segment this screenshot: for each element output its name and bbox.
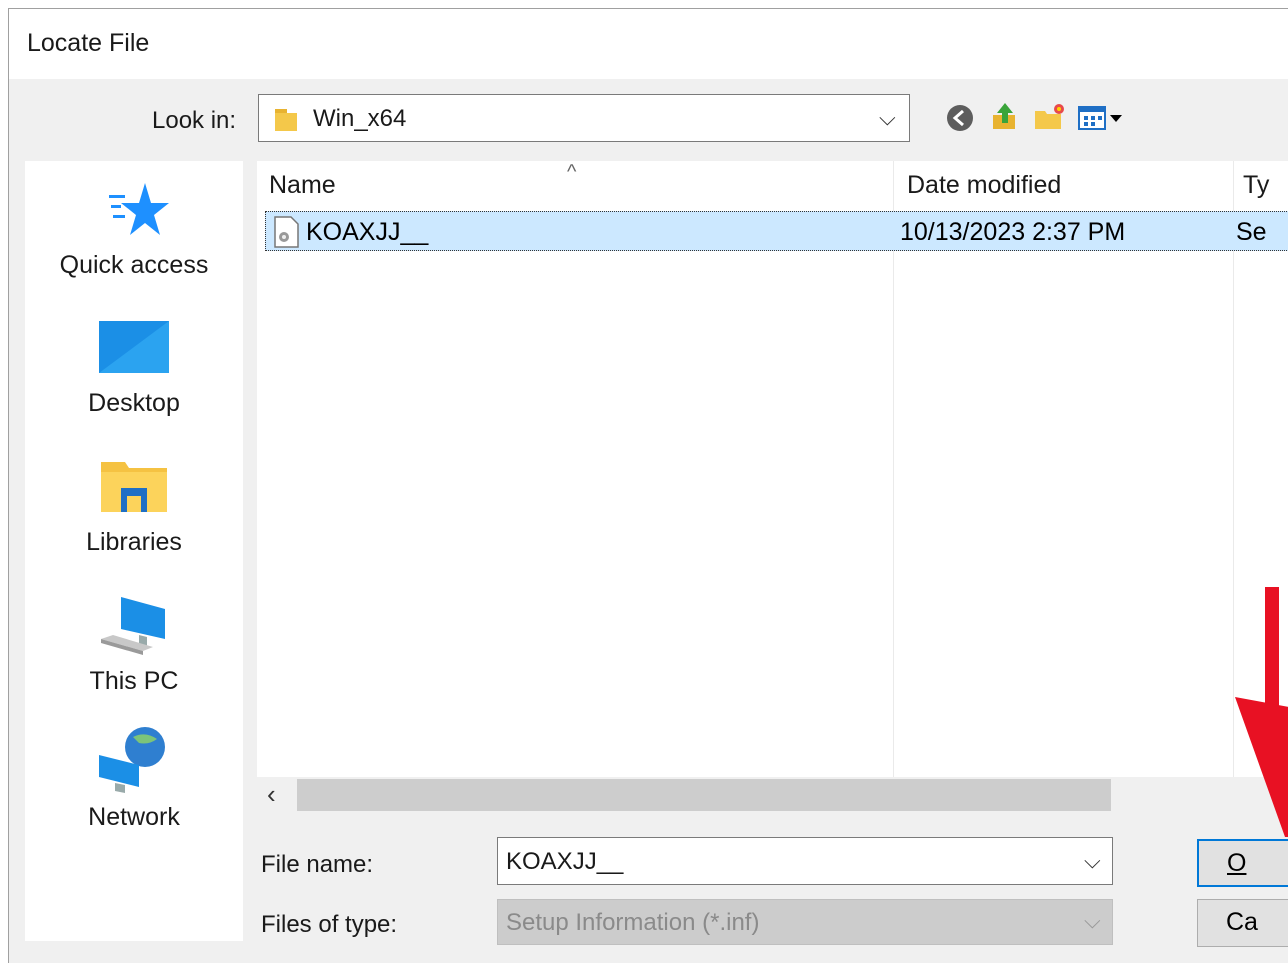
title-bar[interactable]: Locate File xyxy=(9,9,1288,79)
file-date-modified: 10/13/2023 2:37 PM xyxy=(900,218,1126,246)
scroll-left-icon[interactable]: ‹ xyxy=(267,779,276,810)
place-quick-access[interactable]: Quick access xyxy=(25,179,243,289)
file-type-value: Setup Information (*.inf) xyxy=(506,909,760,936)
annotation-arrow-icon xyxy=(1235,587,1288,837)
file-name-value: KOAXJJ__ xyxy=(506,848,624,875)
place-desktop[interactable]: Desktop xyxy=(25,319,243,429)
network-icon xyxy=(99,727,169,795)
back-icon[interactable] xyxy=(945,103,975,133)
chevron-down-icon[interactable]: ⌵ xyxy=(879,105,896,131)
chevron-down-icon: ⌵ xyxy=(1084,908,1101,933)
place-libraries[interactable]: Libraries xyxy=(25,456,243,566)
file-icon xyxy=(272,216,300,248)
file-type-select[interactable]: Setup Information (*.inf) ⌵ xyxy=(497,899,1113,945)
place-label: Network xyxy=(88,803,180,831)
horizontal-scrollbar[interactable]: ‹ xyxy=(257,777,1113,813)
folder-icon xyxy=(273,105,299,133)
scrollbar-thumb[interactable] xyxy=(297,779,1111,811)
cancel-button-label: Ca xyxy=(1226,908,1258,936)
look-in-label: Look in: xyxy=(152,107,237,134)
libraries-icon xyxy=(99,458,169,514)
up-folder-icon[interactable] xyxy=(989,101,1021,133)
column-header-date-modified[interactable]: Date modified xyxy=(907,171,1061,200)
column-header-name[interactable]: Name xyxy=(269,171,336,200)
place-label: Quick access xyxy=(59,251,209,279)
star-icon xyxy=(109,179,171,241)
pc-icon xyxy=(99,593,169,661)
file-type: Se xyxy=(1236,218,1267,246)
look-in-value: Win_x64 xyxy=(313,105,407,132)
look-in-combo[interactable]: Win_x64 ⌵ xyxy=(258,94,910,142)
file-row[interactable]: KOAXJJ__ 10/13/2023 2:37 PM Se xyxy=(265,211,1288,251)
open-button-label: O xyxy=(1227,849,1247,877)
place-this-pc[interactable]: This PC xyxy=(25,593,243,703)
file-list[interactable]: ^ Name Date modified Ty KOAXJJ__ 10/13/2… xyxy=(257,161,1288,777)
file-type-label: Files of type: xyxy=(261,911,398,938)
dialog-title: Locate File xyxy=(27,29,150,57)
file-name: KOAXJJ__ xyxy=(306,218,429,246)
open-button[interactable]: O xyxy=(1197,839,1288,887)
place-label: Desktop xyxy=(88,389,180,417)
new-folder-icon[interactable] xyxy=(1033,101,1067,133)
desktop-icon xyxy=(99,321,169,373)
places-bar: Quick access Desktop Libraries This PC N… xyxy=(25,161,243,941)
sort-up-icon: ^ xyxy=(567,161,577,183)
column-divider[interactable] xyxy=(893,161,894,777)
place-label: This PC xyxy=(89,667,179,695)
cancel-button[interactable]: Ca xyxy=(1197,899,1288,947)
file-name-input[interactable]: KOAXJJ__ ⌵ xyxy=(497,837,1113,885)
column-header-type[interactable]: Ty xyxy=(1243,171,1269,200)
place-label: Libraries xyxy=(86,528,182,556)
file-name-label: File name: xyxy=(261,851,374,878)
locate-file-dialog: Locate File Look in: Win_x64 ⌵ Quick acc… xyxy=(8,8,1288,963)
column-divider[interactable] xyxy=(1233,161,1234,777)
chevron-down-icon[interactable]: ⌵ xyxy=(1084,848,1101,874)
view-menu-icon[interactable] xyxy=(1077,103,1129,133)
place-network[interactable]: Network xyxy=(25,727,243,837)
